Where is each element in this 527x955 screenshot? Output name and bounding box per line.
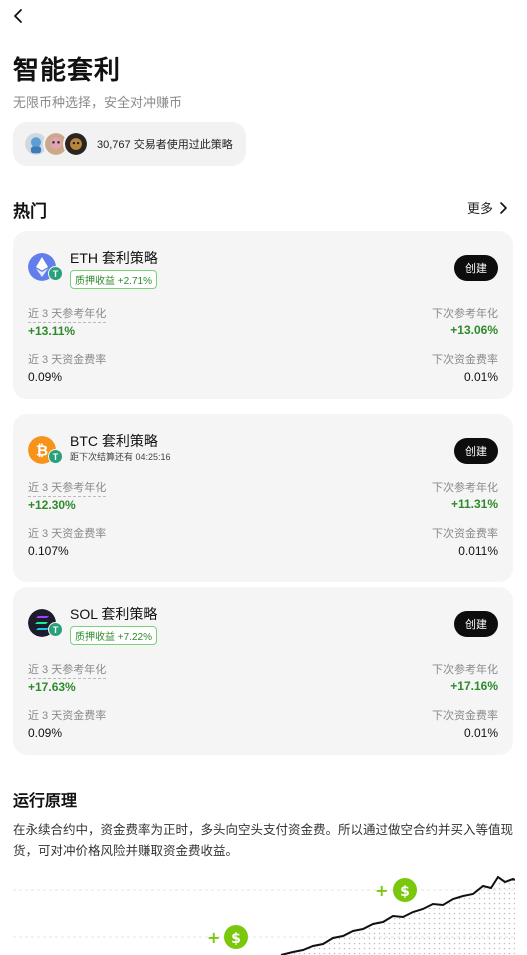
usdt-badge-icon: T bbox=[48, 266, 63, 281]
dollar-coin-icon: + $ bbox=[375, 878, 417, 902]
usdt-badge-icon: T bbox=[48, 449, 63, 464]
value-next-rate: 0.01% bbox=[463, 726, 498, 740]
avatar bbox=[63, 131, 89, 157]
label-next-apy: 下次参考年化 bbox=[432, 664, 498, 676]
value-3d-apy: +13.11% bbox=[28, 324, 76, 338]
value-3d-rate: 0.09% bbox=[28, 726, 63, 740]
settlement-countdown: 距下次结算还有 04:25:16 bbox=[70, 452, 171, 462]
create-button[interactable]: 创建 bbox=[454, 611, 498, 637]
label-next-rate: 下次资金费率 bbox=[432, 528, 498, 540]
label-3d-rate: 近 3 天资金费率 bbox=[28, 354, 107, 366]
value-3d-rate: 0.107% bbox=[28, 544, 69, 558]
strategy-name: ETH 套利策略 bbox=[70, 250, 158, 266]
earnings-illustration: + $ + $ bbox=[13, 875, 515, 955]
more-link[interactable]: 更多 bbox=[467, 198, 509, 217]
label-3d-apy: 近 3 天参考年化 bbox=[28, 305, 107, 323]
value-next-apy: +13.06% bbox=[450, 323, 498, 337]
label-next-rate: 下次资金费率 bbox=[432, 354, 498, 366]
create-button[interactable]: 创建 bbox=[454, 255, 498, 281]
avatar-stack bbox=[23, 131, 89, 157]
label-3d-apy: 近 3 天参考年化 bbox=[28, 661, 107, 679]
how-it-works-description: 在永续合约中，资金费率为正时，多头向空头支付资金费。所以通过做空合约并买入等值现… bbox=[13, 823, 514, 858]
dollar-coin-icon: + $ bbox=[207, 925, 248, 949]
value-next-rate: 0.01% bbox=[463, 370, 498, 384]
more-label: 更多 bbox=[466, 201, 493, 216]
value-next-apy: +11.31% bbox=[450, 497, 498, 511]
strategy-card-sol[interactable]: T SOL 套利策略 质押收益 +7.22% 创建 近 3 天参考年化 +17.… bbox=[13, 587, 513, 755]
value-3d-apy: +17.63% bbox=[28, 680, 76, 694]
back-chevron-icon[interactable] bbox=[10, 6, 30, 26]
svg-text:+: + bbox=[375, 881, 388, 900]
svg-text:₿: ₿ bbox=[36, 442, 48, 460]
label-3d-apy: 近 3 天参考年化 bbox=[28, 479, 107, 497]
value-next-apy: +17.16% bbox=[450, 679, 498, 693]
users-count-pill: 30,767 交易者使用过此策略 bbox=[13, 122, 246, 166]
users-count-text: 30,767 交易者使用过此策略 bbox=[97, 139, 233, 151]
strategy-card-eth[interactable]: T ETH 套利策略 质押收益 +2.71% 创建 近 3 天参考年化 +13.… bbox=[13, 231, 513, 399]
staking-yield-tag: 质押收益 +7.22% bbox=[70, 626, 157, 645]
section-title-hot: 热门 bbox=[13, 202, 47, 221]
chevron-right-icon bbox=[500, 201, 507, 214]
label-next-rate: 下次资金费率 bbox=[432, 710, 498, 722]
section-title-how-it-works: 运行原理 bbox=[13, 793, 78, 810]
value-next-rate: 0.011% bbox=[458, 544, 498, 558]
label-next-apy: 下次参考年化 bbox=[432, 482, 498, 494]
value-3d-apy: +12.30% bbox=[28, 498, 76, 512]
label-3d-rate: 近 3 天资金费率 bbox=[28, 710, 107, 722]
create-button[interactable]: 创建 bbox=[454, 438, 498, 464]
usdt-badge-icon: T bbox=[48, 622, 63, 637]
staking-yield-tag: 质押收益 +2.71% bbox=[70, 270, 157, 289]
svg-text:+: + bbox=[207, 928, 220, 947]
svg-text:$: $ bbox=[400, 884, 410, 900]
strategy-name: SOL 套利策略 bbox=[70, 606, 158, 622]
strategy-card-btc[interactable]: ₿ T BTC 套利策略 距下次结算还有 04:25:16 创建 近 3 天参考… bbox=[13, 414, 513, 582]
page-subtitle: 无限币种选择，安全对冲赚币 bbox=[13, 95, 183, 110]
label-3d-rate: 近 3 天资金费率 bbox=[28, 528, 107, 540]
value-3d-rate: 0.09% bbox=[28, 370, 63, 384]
label-next-apy: 下次参考年化 bbox=[432, 308, 498, 320]
strategy-name: BTC 套利策略 bbox=[70, 433, 158, 449]
page-title: 智能套利 bbox=[13, 55, 122, 85]
svg-text:$: $ bbox=[231, 931, 241, 947]
